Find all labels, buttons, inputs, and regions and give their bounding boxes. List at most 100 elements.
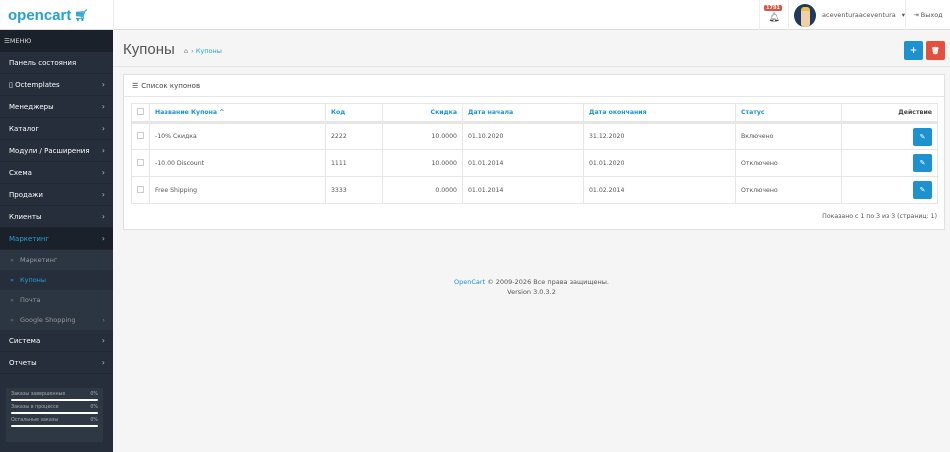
sidebar-item-label: Продажи <box>9 190 43 199</box>
logo-text: opencart <box>8 6 72 24</box>
sidebar-item[interactable]: Схема › <box>0 162 113 184</box>
table-cell: 01.02.2014 <box>583 176 736 204</box>
menu-title[interactable]: ☰ МЕНЮ <box>0 30 113 52</box>
sidebar-item-label: Маркетинг <box>9 234 50 243</box>
panel-title: Список купонов <box>141 81 201 90</box>
edit-button[interactable]: ✎ <box>913 154 932 172</box>
table-cell: Free Shipping <box>149 176 326 204</box>
pencil-icon: ✎ <box>919 186 926 194</box>
pencil-icon: ✎ <box>919 159 926 167</box>
sidebar-item[interactable]: Маркетинг › <box>0 228 113 250</box>
chevron-right-icon: › <box>101 168 105 177</box>
row-checkbox[interactable] <box>137 185 144 193</box>
col-status[interactable]: Статус <box>735 103 842 124</box>
stat-progress-bar <box>11 399 98 401</box>
select-cell <box>131 122 150 150</box>
stat-label: Остальные заказы <box>11 418 59 423</box>
table-cell: -10% Скидка <box>149 122 326 150</box>
username: aceventuraaceventura <box>822 11 896 19</box>
row-checkbox[interactable] <box>137 158 144 166</box>
logout-button[interactable]: ⇥ Выход <box>905 0 950 30</box>
stat-item: Остальные заказы 0% <box>11 418 98 427</box>
logout-icon: ⇥ <box>913 11 919 19</box>
double-chevron-icon: » <box>10 276 14 284</box>
row-checkbox[interactable] <box>137 132 144 139</box>
sidebar-item-label: Панель состояния <box>9 58 77 67</box>
stat-item: Заказы в процессе 0% <box>11 405 98 414</box>
table-row: -10.00 Discount 1111 10.0000 01.01.2014 01.0… <box>131 149 938 177</box>
chevron-right-icon: › <box>101 146 105 155</box>
cart-icon: 🛒︎ <box>74 9 89 22</box>
delete-button[interactable]: 🗑︎ <box>926 41 945 60</box>
sidebar-item[interactable]: Менеджеры › <box>0 96 113 118</box>
sidebar-item[interactable]: Клиенты › <box>0 206 113 228</box>
table-cell: 01.10.2020 <box>462 122 584 150</box>
stat-value: 0% <box>90 405 98 410</box>
sidebar-item[interactable]: Отчеты › <box>0 352 113 374</box>
sidebar-subitem-label: Google Shopping <box>19 316 76 324</box>
opencart-logo[interactable]: opencart 🛒︎ <box>0 0 114 30</box>
edit-button[interactable]: ✎ <box>913 127 932 146</box>
sidebar-subitem[interactable]: » Google Shopping › <box>0 310 113 330</box>
table-cell: 3333 <box>325 176 383 204</box>
menu-title-label: МЕНЮ <box>9 37 32 45</box>
opencart-link[interactable]: OpenCart <box>454 278 485 286</box>
col-date-start[interactable]: Дата начала <box>462 103 584 124</box>
double-chevron-icon: » <box>10 296 14 304</box>
bell-icon: 🔔︎ <box>768 12 780 23</box>
table-cell: Отключено <box>735 176 842 204</box>
col-date-end[interactable]: Дата окончания <box>583 103 736 124</box>
add-button[interactable]: + <box>904 41 923 60</box>
col-discount[interactable]: Скидка <box>382 103 463 124</box>
edit-button[interactable]: ✎ <box>913 181 932 199</box>
sidebar-item[interactable]: Модули / Расширения › <box>0 140 113 162</box>
chevron-right-icon: › <box>101 80 105 89</box>
stat-value: 0% <box>90 418 98 423</box>
order-stats: Заказы завершенные 0% Заказы в процессе 0% О… <box>6 388 103 442</box>
action-cell: ✎ <box>841 176 938 204</box>
sidebar-item-label: Клиенты <box>9 212 42 221</box>
chevron-right-icon: › <box>102 316 105 324</box>
table-cell: 10.0000 <box>382 149 463 177</box>
stat-item: Заказы завершенные 0% <box>11 392 98 401</box>
user-menu[interactable]: aceventuraaceventura ▾ <box>788 0 905 30</box>
select-all-checkbox[interactable] <box>137 108 144 115</box>
chevron-right-icon: › <box>101 190 105 199</box>
chevron-right-icon: › <box>101 358 105 367</box>
breadcrumb: ⌂ › Купоны <box>184 47 222 55</box>
double-chevron-icon: » <box>10 256 14 264</box>
sidebar-item-label: Система <box>9 336 41 345</box>
home-icon[interactable]: ⌂ <box>184 47 188 55</box>
sidebar-subitem-label: Почта <box>19 296 41 304</box>
sidebar-subitem[interactable]: » Купоны <box>0 270 113 290</box>
footer: OpenCart © 2009-2026 Все права защищены.… <box>113 277 950 297</box>
sidebar-subitem[interactable]: » Почта <box>0 290 113 310</box>
col-code[interactable]: Код <box>325 103 383 124</box>
table-cell: Включено <box>735 122 842 150</box>
sidebar-item-label: Менеджеры <box>9 102 54 111</box>
copyright: © 2009-2026 Все права защищены. <box>485 278 609 286</box>
sidebar-item[interactable]: Продажи › <box>0 184 113 206</box>
col-name[interactable]: Название Купона ^ <box>149 103 326 124</box>
sidebar-item-label: Отчеты <box>9 358 37 367</box>
table-row: Free Shipping 3333 0.0000 01.01.2014 01.02.2… <box>131 176 938 204</box>
table-cell: 1111 <box>325 149 383 177</box>
notification-count: 1791 <box>764 5 782 11</box>
sidebar-item-label: Модули / Расширения <box>9 146 90 155</box>
chevron-right-icon: › <box>101 124 105 133</box>
notifications-button[interactable]: 1791 🔔︎ <box>759 0 788 30</box>
action-cell: ✎ <box>841 122 938 150</box>
sidebar-item[interactable]: Панель состояния <box>0 52 113 74</box>
table-cell: 01.01.2014 <box>462 149 584 177</box>
sidebar-item[interactable]: Система › <box>0 330 113 352</box>
breadcrumb-coupons[interactable]: Купоны <box>196 47 222 55</box>
top-header: opencart 🛒︎ 1791 🔔︎ aceventuraaceventura ▾ … <box>0 0 950 30</box>
sidebar-subitem[interactable]: » Маркетинг <box>0 250 113 270</box>
main-content: Купоны ⌂ › Купоны + 🗑︎ ☰ Список купонов На… <box>113 31 950 452</box>
table-cell: -10.00 Discount <box>149 149 326 177</box>
sidebar-item[interactable]: ▯ Octemplates › <box>0 74 113 96</box>
table-cell: 31.12.2020 <box>583 122 736 150</box>
sidebar-item[interactable]: Каталог › <box>0 118 113 140</box>
double-chevron-icon: » <box>10 316 14 324</box>
page-title: Купоны <box>123 41 175 58</box>
